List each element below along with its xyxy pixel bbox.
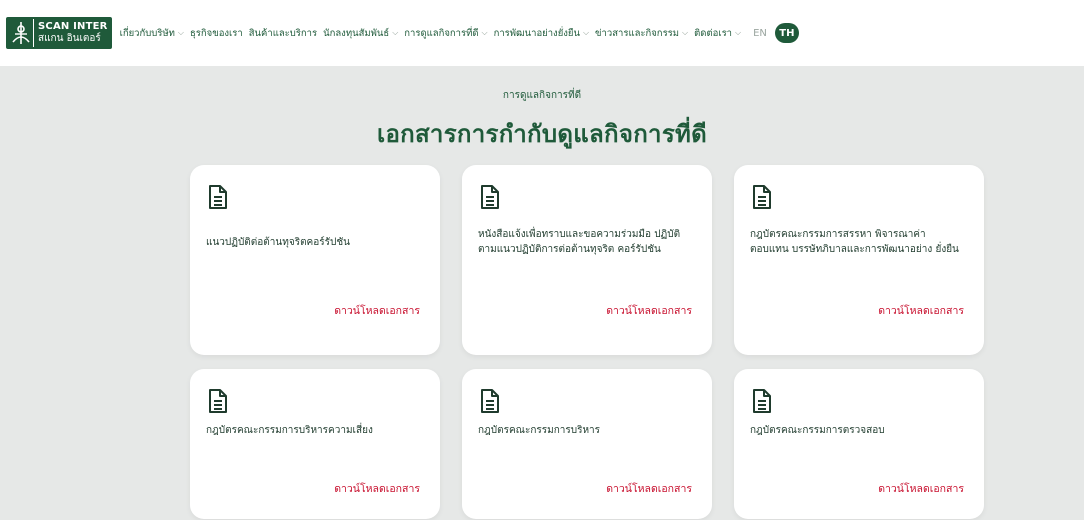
document-title: กฎบัตรคณะกรรมการบริหาร xyxy=(478,425,601,436)
download-link[interactable]: ดาวน์โหลดเอกสาร xyxy=(334,302,420,319)
document-grid: แนวปฏิบัติต่อต้านทุจริตคอร์รัปชัน ดาวน์โ… xyxy=(190,165,984,519)
document-icon xyxy=(753,389,771,413)
nav-item-business[interactable]: ธุรกิจของเรา xyxy=(190,26,243,41)
document-icon xyxy=(209,389,227,413)
download-link[interactable]: ดาวน์โหลดเอกสาร xyxy=(878,480,964,497)
nav-item-products[interactable]: สินค้าและบริการ xyxy=(249,26,317,41)
document-card: กฎบัตรคณะกรรมการตรวจสอบ ดาวน์โหลดเอกสาร xyxy=(734,369,984,519)
nav-label: การดูแลกิจการที่ดี xyxy=(404,27,479,39)
document-card: กฎบัตรคณะกรรมการบริหาร ดาวน์โหลดเอกสาร xyxy=(462,369,712,519)
nav-label: ข่าวสารและกิจกรรม xyxy=(595,27,680,39)
document-card: กฎบัตรคณะกรรมการบริหารความเสี่ยง ดาวน์โห… xyxy=(190,369,440,519)
chevron-down-icon: ⌵ xyxy=(481,28,488,37)
nav-item-news[interactable]: ข่าวสารและกิจกรรม ⌵ xyxy=(595,26,688,41)
chevron-down-icon: ⌵ xyxy=(735,28,742,37)
document-card: กฎบัตรคณะกรรมการสรรหา พิจารณาค่า ตอบแทน … xyxy=(734,165,984,355)
lang-th-button[interactable]: TH xyxy=(774,23,799,43)
logo-name-en: SCAN INTER xyxy=(38,21,108,32)
chevron-down-icon: ⌵ xyxy=(682,28,689,37)
document-title: กฎบัตรคณะกรรมการบริหารความเสี่ยง xyxy=(206,425,373,436)
nav-label: เกี่ยวกับบริษัท xyxy=(119,27,175,39)
logo-emblem-icon xyxy=(8,19,34,47)
logo[interactable]: SCAN INTER สแกน อินเตอร์ xyxy=(6,17,112,49)
chevron-down-icon: ⌵ xyxy=(392,28,399,37)
nav-label: การพัฒนาอย่างยั่งยืน xyxy=(493,27,580,39)
main-nav: เกี่ยวกับบริษัท ⌵ ธุรกิจของเรา สินค้าและบ… xyxy=(120,26,748,41)
lang-en-button[interactable]: EN xyxy=(753,28,767,39)
nav-label: สินค้าและบริการ xyxy=(248,27,318,39)
document-card: แนวปฏิบัติต่อต้านทุจริตคอร์รัปชัน ดาวน์โ… xyxy=(190,165,440,355)
document-title: กฎบัตรคณะกรรมการสรรหา พิจารณาค่า ตอบแทน … xyxy=(750,229,959,255)
nav-item-investor[interactable]: นักลงทุนสัมพันธ์ ⌵ xyxy=(323,26,398,41)
chevron-down-icon: ⌵ xyxy=(177,28,184,37)
download-link[interactable]: ดาวน์โหลดเอกสาร xyxy=(334,480,420,497)
download-link[interactable]: ดาวน์โหลดเอกสาร xyxy=(606,302,692,319)
document-title: กฎบัตรคณะกรรมการตรวจสอบ xyxy=(750,425,885,436)
nav-label: ติดต่อเรา xyxy=(694,27,733,39)
document-icon xyxy=(753,185,771,209)
document-icon xyxy=(481,389,499,413)
nav-item-about[interactable]: เกี่ยวกับบริษัท ⌵ xyxy=(120,26,184,41)
document-title: แนวปฏิบัติต่อต้านทุจริตคอร์รัปชัน xyxy=(206,237,350,248)
nav-label: ธุรกิจของเรา xyxy=(190,27,243,39)
page-title: เอกสารการกำกับดูแลกิจการที่ดี xyxy=(376,120,708,148)
download-link[interactable]: ดาวน์โหลดเอกสาร xyxy=(606,480,692,497)
language-switcher: EN TH xyxy=(753,23,799,43)
nav-item-sustainability[interactable]: การพัฒนาอย่างยั่งยืน ⌵ xyxy=(494,26,589,41)
nav-item-governance[interactable]: การดูแลกิจการที่ดี ⌵ xyxy=(404,26,487,41)
breadcrumb[interactable]: การดูแลกิจการที่ดี xyxy=(0,88,1084,103)
nav-item-contact[interactable]: ติดต่อเรา ⌵ xyxy=(694,26,741,41)
document-card: หนังสือแจ้งเพื่อทราบและขอความร่วมมือ ปฏิ… xyxy=(462,165,712,355)
logo-name-th: สแกน อินเตอร์ xyxy=(38,33,101,44)
document-icon xyxy=(209,185,227,209)
nav-label: นักลงทุนสัมพันธ์ xyxy=(323,27,390,39)
download-link[interactable]: ดาวน์โหลดเอกสาร xyxy=(878,302,964,319)
logo-text: SCAN INTER สแกน อินเตอร์ xyxy=(38,22,108,44)
document-icon xyxy=(481,185,499,209)
document-title: หนังสือแจ้งเพื่อทราบและขอความร่วมมือ ปฏิ… xyxy=(478,229,681,255)
site-header: SCAN INTER สแกน อินเตอร์ เกี่ยวกับบริษัท… xyxy=(0,0,1084,66)
chevron-down-icon: ⌵ xyxy=(582,28,590,37)
